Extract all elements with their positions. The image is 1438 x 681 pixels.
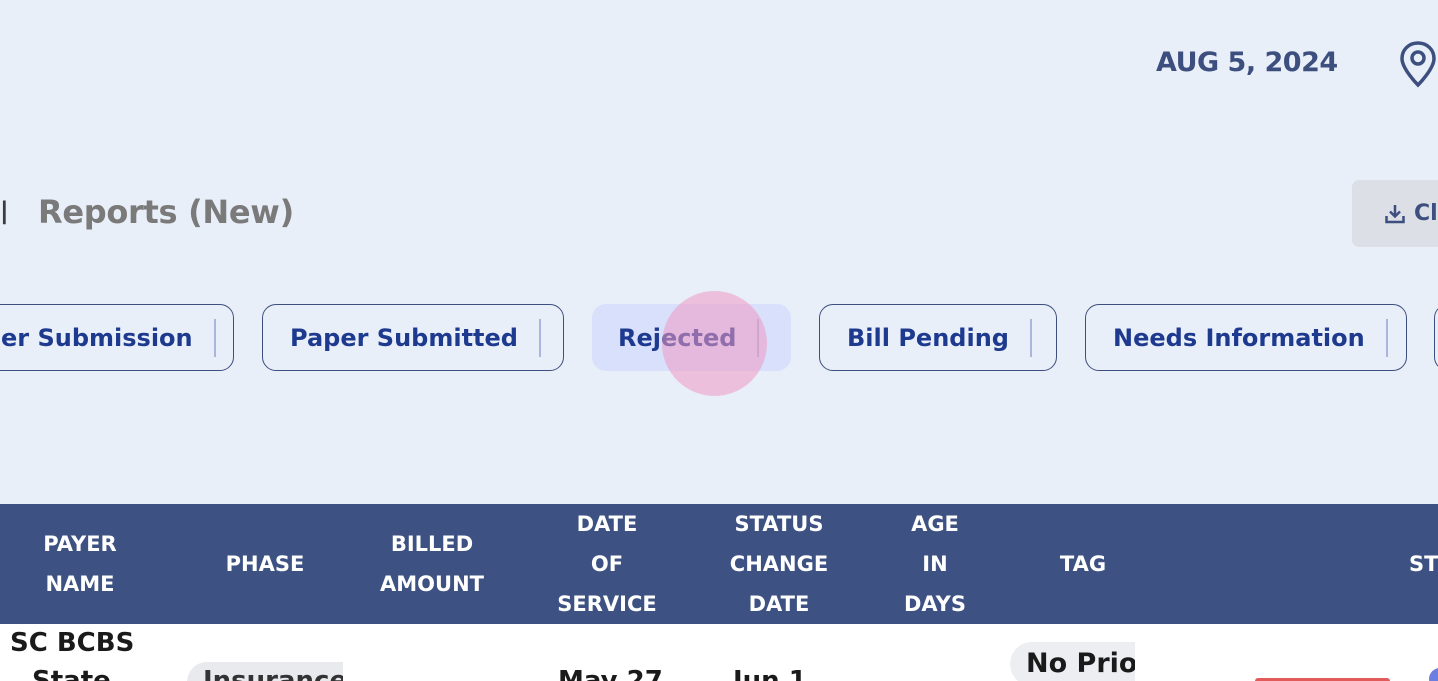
filter-pill-paper-submission[interactable]: er Submission xyxy=(0,304,234,371)
filter-label: Rejected xyxy=(618,323,737,352)
tag-badge[interactable]: No Prior xyxy=(1010,642,1135,681)
col-age-in-days[interactable]: AGE IN DAYS xyxy=(875,504,995,624)
current-date: AUG 5, 2024 xyxy=(1156,47,1338,78)
pill-separator xyxy=(213,318,216,357)
col-phase[interactable]: PHASE xyxy=(195,504,335,624)
payer-name-line2: State xyxy=(32,666,111,681)
pill-separator xyxy=(1029,318,1032,357)
col-status-change-date[interactable]: STATUS CHANGE DATE xyxy=(709,504,849,624)
col-billed-amount[interactable]: BILLED AMOUNT xyxy=(362,504,502,624)
pill-separator xyxy=(757,318,760,357)
filter-label: Bill Pending xyxy=(847,323,1009,352)
location-pin-icon[interactable] xyxy=(1398,40,1438,88)
filter-pill-bill-pending[interactable]: Bill Pending xyxy=(819,304,1057,371)
phase-badge: Insurance xyxy=(187,662,343,681)
payer-name-line1: SC BCBS xyxy=(10,628,135,658)
col-payer-name[interactable]: PAYER NAME xyxy=(0,504,160,624)
col-date-of-service[interactable]: DATE OF SERVICE xyxy=(537,504,677,624)
export-button[interactable]: Cl xyxy=(1352,180,1438,247)
pill-separator xyxy=(1385,318,1388,357)
filter-label: Needs Information xyxy=(1113,323,1365,352)
previous-tab-fragment[interactable]: l xyxy=(0,196,9,232)
filter-pill-rejected[interactable]: Rejected xyxy=(592,304,791,371)
row-action-dot[interactable] xyxy=(1429,668,1438,681)
filter-pill-paper-submitted[interactable]: Paper Submitted xyxy=(262,304,564,371)
download-icon xyxy=(1385,204,1405,223)
pill-separator xyxy=(538,318,541,357)
filter-pill-next-partial[interactable] xyxy=(1434,304,1438,371)
filter-label: Paper Submitted xyxy=(290,323,518,352)
table-header: PAYER NAME PHASE BILLED AMOUNT DATE OF SERVI… xyxy=(0,504,1438,624)
filter-pill-needs-information[interactable]: Needs Information xyxy=(1085,304,1407,371)
table-row[interactable]: SC BCBS State Insurance May 27 Jun 1 No … xyxy=(0,624,1438,681)
col-status[interactable]: ST xyxy=(1409,504,1438,624)
tab-reports-new[interactable]: Reports (New) xyxy=(38,193,294,231)
date-of-service-cell: May 27 xyxy=(558,666,663,681)
filter-label: er Submission xyxy=(1,323,193,352)
col-tag[interactable]: TAG xyxy=(1033,504,1133,624)
status-change-date-cell: Jun 1 xyxy=(733,666,807,681)
export-button-label: Cl xyxy=(1414,201,1438,226)
